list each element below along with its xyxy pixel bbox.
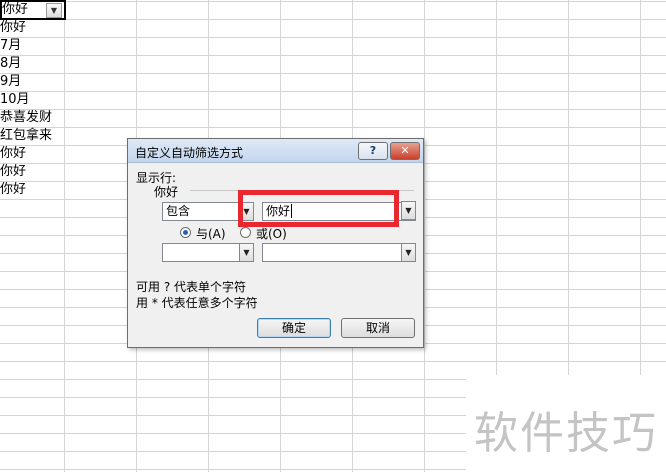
cancel-button[interactable]: 取消 bbox=[341, 318, 415, 338]
or-radio-label[interactable]: 或(O) bbox=[256, 225, 287, 242]
help-button[interactable]: ? bbox=[358, 142, 388, 160]
cell-row-2[interactable]: 7月 bbox=[0, 37, 64, 55]
dialog-title: 自定义自动筛选方式 bbox=[135, 146, 244, 160]
chevron-down-icon[interactable]: ▼ bbox=[401, 243, 416, 262]
condition1-value-dropdown[interactable]: ▼ bbox=[400, 201, 416, 221]
watermark: 软件技巧 bbox=[466, 375, 666, 472]
filter-header-cell[interactable]: 你好 ▼ bbox=[0, 0, 66, 20]
chevron-down-icon[interactable]: ▼ bbox=[401, 201, 416, 220]
red-highlight-annotation bbox=[238, 190, 399, 227]
cell-row-10[interactable]: 你好 bbox=[0, 181, 64, 199]
watermark-text: 软件技巧 bbox=[474, 408, 658, 459]
or-radio[interactable] bbox=[240, 227, 251, 238]
and-radio-label[interactable]: 与(A) bbox=[196, 225, 226, 242]
chevron-down-icon[interactable]: ▼ bbox=[239, 243, 254, 262]
wildcard-hint-multiple: 用 * 代表任意多个字符 bbox=[136, 296, 258, 310]
and-radio[interactable] bbox=[180, 227, 191, 238]
cell-row-4[interactable]: 9月 bbox=[0, 73, 64, 91]
field-name-label: 你好 bbox=[154, 185, 179, 199]
ok-button[interactable]: 确定 bbox=[257, 318, 331, 338]
cell-row-7[interactable]: 红包拿来 bbox=[0, 127, 64, 145]
condition2-operator-select[interactable]: ▼ bbox=[162, 243, 254, 262]
custom-autofilter-dialog: 自定义自动筛选方式 ? ✕ 显示行: 你好 包含 ▼ 你好 ▼ 与(A) 或(O… bbox=[127, 138, 424, 348]
wildcard-hint-single: 可用 ? 代表单个字符 bbox=[136, 280, 246, 294]
cell-row-9[interactable]: 你好 bbox=[0, 163, 64, 181]
condition1-operator-value: 包含 bbox=[166, 204, 191, 218]
autofilter-dropdown-icon[interactable]: ▼ bbox=[46, 3, 62, 18]
cell-row-1[interactable]: 你好 bbox=[0, 19, 64, 37]
cell-row-3[interactable]: 8月 bbox=[0, 55, 64, 73]
cell-row-8[interactable]: 你好 bbox=[0, 145, 64, 163]
dialog-titlebar[interactable]: 自定义自动筛选方式 ? ✕ bbox=[128, 139, 423, 163]
header-cell-text: 你好 bbox=[2, 2, 29, 17]
cell-row-5[interactable]: 10月 bbox=[0, 91, 64, 109]
cell-row-6[interactable]: 恭喜发财 bbox=[0, 109, 64, 127]
condition2-value-select[interactable]: ▼ bbox=[262, 243, 416, 262]
close-button[interactable]: ✕ bbox=[390, 142, 420, 160]
